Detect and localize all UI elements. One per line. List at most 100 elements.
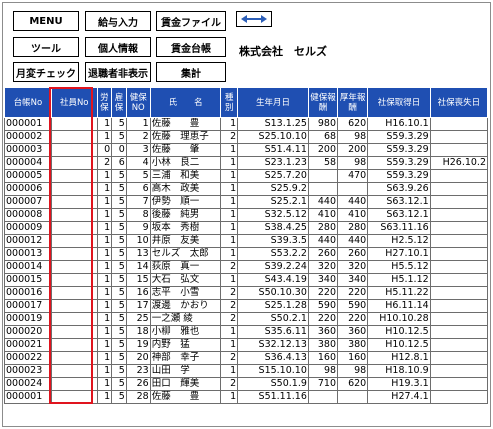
cell-pension-remuneration[interactable]: 470	[337, 169, 369, 183]
cell-labor-insurance[interactable]: 1	[96, 195, 113, 209]
cell-ledger-no[interactable]: 000021	[4, 338, 52, 352]
cell-lost-date[interactable]	[429, 351, 489, 365]
cell-lost-date[interactable]	[429, 182, 489, 196]
table-row[interactable]: 000005 1 5 5 三浦 和美 1 S25.7.20 470 S59.3.29	[4, 169, 489, 183]
cell-ledger-no[interactable]: 000015	[4, 273, 52, 287]
cell-pension-remuneration[interactable]: 380	[337, 338, 369, 352]
monthly-check-button[interactable]: 月変チェック	[13, 62, 79, 82]
cell-labor-insurance[interactable]: 1	[96, 325, 113, 339]
table-row[interactable]: 000016 1 5 16 志平 小雪 2 S50.10.30 220 220 H5.11.22	[4, 286, 489, 300]
cell-employee-no[interactable]	[50, 390, 98, 404]
tools-button[interactable]: ツール	[13, 37, 79, 57]
cell-lost-date[interactable]	[429, 195, 489, 209]
cell-labor-insurance[interactable]: 1	[96, 273, 113, 287]
col-header-type[interactable]: 種別	[220, 87, 239, 118]
cell-birth-date[interactable]: S25.7.20	[237, 169, 309, 183]
cell-employment-insurance[interactable]: 5	[111, 130, 127, 144]
cell-name[interactable]: 後藤 純男	[149, 208, 222, 222]
cell-labor-insurance[interactable]: 1	[96, 351, 113, 365]
cell-acquired-date[interactable]: S63.12.1	[367, 208, 431, 222]
cell-pension-remuneration[interactable]: 98	[337, 364, 369, 378]
cell-employee-no[interactable]	[50, 221, 98, 235]
cell-health-remuneration[interactable]: 410	[307, 208, 339, 222]
cell-birth-date[interactable]: S36.4.13	[237, 351, 309, 365]
cell-lost-date[interactable]: H26.10.2	[429, 156, 489, 170]
cell-employment-insurance[interactable]: 5	[111, 273, 127, 287]
cell-lost-date[interactable]	[429, 169, 489, 183]
cell-labor-insurance[interactable]: 1	[96, 364, 113, 378]
cell-labor-insurance[interactable]: 0	[96, 143, 113, 157]
cell-health-remuneration[interactable]: 320	[307, 260, 339, 274]
cell-ledger-no[interactable]: 000009	[4, 221, 52, 235]
cell-health-remuneration[interactable]: 58	[307, 156, 339, 170]
cell-employment-insurance[interactable]: 5	[111, 299, 127, 313]
cell-name[interactable]: 渡邊 かおり	[149, 299, 222, 313]
cell-name[interactable]: 伊勢 順一	[149, 195, 222, 209]
cell-birth-date[interactable]: S35.6.11	[237, 325, 309, 339]
cell-employment-insurance[interactable]: 5	[111, 325, 127, 339]
cell-acquired-date[interactable]: S59.3.29	[367, 169, 431, 183]
cell-employee-no[interactable]	[50, 208, 98, 222]
table-row[interactable]: 000003 0 0 3 佐藤 肇 1 S51.4.11 200 200 S59.3.29	[4, 143, 489, 157]
salary-input-button[interactable]: 給与入力	[85, 11, 151, 31]
cell-pension-remuneration[interactable]: 260	[337, 247, 369, 261]
cell-ledger-no[interactable]: 000003	[4, 143, 52, 157]
cell-employee-no[interactable]	[50, 286, 98, 300]
cell-lost-date[interactable]	[429, 117, 489, 131]
cell-name[interactable]: 三浦 和美	[149, 169, 222, 183]
cell-employee-no[interactable]	[50, 117, 98, 131]
cell-employment-insurance[interactable]: 5	[111, 312, 127, 326]
cell-name[interactable]: 志平 小雪	[149, 286, 222, 300]
cell-employee-no[interactable]	[50, 351, 98, 365]
cell-lost-date[interactable]	[429, 143, 489, 157]
cell-employee-no[interactable]	[50, 195, 98, 209]
cell-name[interactable]: セルズ 太郎	[149, 247, 222, 261]
cell-pension-remuneration[interactable]: 98	[337, 156, 369, 170]
cell-birth-date[interactable]: S25.9.2	[237, 182, 309, 196]
cell-employment-insurance[interactable]: 5	[111, 338, 127, 352]
cell-labor-insurance[interactable]: 1	[96, 338, 113, 352]
cell-birth-date[interactable]: S51.4.11	[237, 143, 309, 157]
cell-ledger-no[interactable]: 000014	[4, 260, 52, 274]
col-header-acquired-date[interactable]: 社保取得日	[367, 87, 431, 118]
cell-name[interactable]: 神部 幸子	[149, 351, 222, 365]
cell-health-remuneration[interactable]: 590	[307, 299, 339, 313]
table-row[interactable]: 000022 1 5 20 神部 幸子 2 S36.4.13 160 160 H12.8.1	[4, 351, 489, 365]
cell-name[interactable]: 田口 輝美	[149, 377, 222, 391]
cell-ledger-no[interactable]: 000013	[4, 247, 52, 261]
col-header-labor-insurance[interactable]: 労保	[96, 87, 113, 118]
cell-name[interactable]: 佐藤 肇	[149, 143, 222, 157]
cell-ledger-no[interactable]: 000012	[4, 234, 52, 248]
cell-pension-remuneration[interactable]: 98	[337, 130, 369, 144]
cell-employment-insurance[interactable]: 5	[111, 260, 127, 274]
cell-pension-remuneration[interactable]: 620	[337, 117, 369, 131]
cell-type[interactable]: 1	[220, 338, 239, 352]
cell-health-remuneration[interactable]: 68	[307, 130, 339, 144]
cell-ledger-no[interactable]: 000002	[4, 130, 52, 144]
cell-pension-remuneration[interactable]: 440	[337, 234, 369, 248]
cell-pension-remuneration[interactable]: 590	[337, 299, 369, 313]
cell-health-insurance-no[interactable]: 4	[125, 156, 151, 170]
cell-health-remuneration[interactable]: 98	[307, 364, 339, 378]
cell-lost-date[interactable]	[429, 390, 489, 404]
cell-ledger-no[interactable]: 000023	[4, 364, 52, 378]
cell-employee-no[interactable]	[50, 130, 98, 144]
cell-employment-insurance[interactable]: 5	[111, 182, 127, 196]
cell-employee-no[interactable]	[50, 338, 98, 352]
cell-pension-remuneration[interactable]: 620	[337, 377, 369, 391]
cell-ledger-no[interactable]: 000006	[4, 182, 52, 196]
cell-type[interactable]: 2	[220, 377, 239, 391]
hide-retired-button[interactable]: 退職者非表示	[85, 62, 151, 82]
cell-acquired-date[interactable]: S59.3.29	[367, 156, 431, 170]
cell-health-insurance-no[interactable]: 15	[125, 273, 151, 287]
cell-health-remuneration[interactable]: 440	[307, 195, 339, 209]
cell-type[interactable]: 1	[220, 247, 239, 261]
cell-health-insurance-no[interactable]: 17	[125, 299, 151, 313]
cell-pension-remuneration[interactable]: 410	[337, 208, 369, 222]
cell-birth-date[interactable]: S39.3.5	[237, 234, 309, 248]
cell-employee-no[interactable]	[50, 299, 98, 313]
col-header-health-remuneration[interactable]: 健保報酬	[307, 87, 339, 118]
cell-health-remuneration[interactable]	[307, 169, 339, 183]
cell-acquired-date[interactable]: H5.1.12	[367, 273, 431, 287]
total-button[interactable]: 集計	[156, 62, 226, 82]
